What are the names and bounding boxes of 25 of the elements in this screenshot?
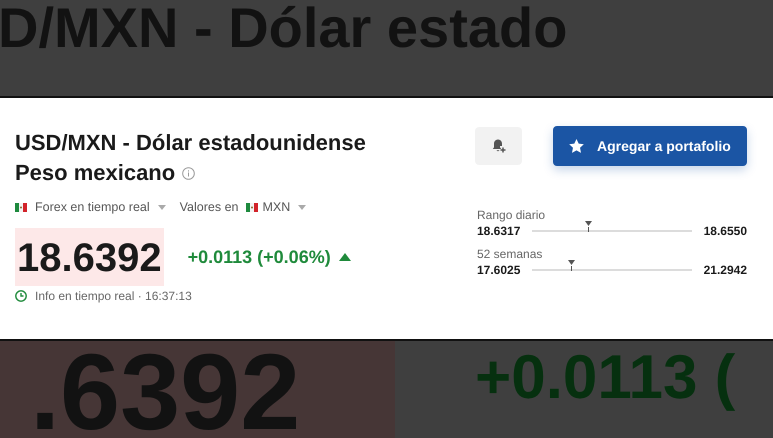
instrument-subtitle: Peso mexicano bbox=[15, 159, 176, 187]
currency-label: Valores en bbox=[180, 200, 238, 214]
info-icon[interactable] bbox=[182, 166, 196, 180]
range-high: 18.6550 bbox=[704, 224, 747, 238]
backdrop-change: +0.0113 ( bbox=[475, 342, 736, 414]
caret-icon bbox=[158, 204, 166, 210]
price-change: +0.0113 (+0.06%) bbox=[188, 246, 331, 268]
range-low: 18.6317 bbox=[477, 224, 520, 238]
mexico-flag-icon bbox=[246, 202, 258, 212]
range-high: 21.2942 bbox=[704, 263, 747, 277]
range-low: 17.6025 bbox=[477, 263, 520, 277]
range-label: Rango diario bbox=[477, 208, 546, 222]
clock-icon bbox=[15, 290, 27, 302]
mexico-flag-icon bbox=[15, 202, 27, 212]
currency-dropdown[interactable]: MXN bbox=[262, 200, 290, 214]
realtime-status: Info en tiempo real · 16:37:13 bbox=[35, 289, 192, 303]
source-dropdown[interactable]: Forex en tiempo real bbox=[35, 200, 150, 214]
add-alert-button[interactable] bbox=[475, 127, 522, 165]
caret-icon bbox=[298, 204, 306, 210]
price: 18.6392 bbox=[15, 228, 164, 286]
add-to-portfolio-button[interactable]: Agregar a portafolio bbox=[553, 126, 747, 166]
bell-plus-icon bbox=[490, 138, 506, 154]
star-icon bbox=[569, 139, 584, 153]
instrument-title: USD/MXN - Dólar estadounidense bbox=[15, 129, 367, 157]
range-label: 52 semanas bbox=[477, 247, 544, 261]
